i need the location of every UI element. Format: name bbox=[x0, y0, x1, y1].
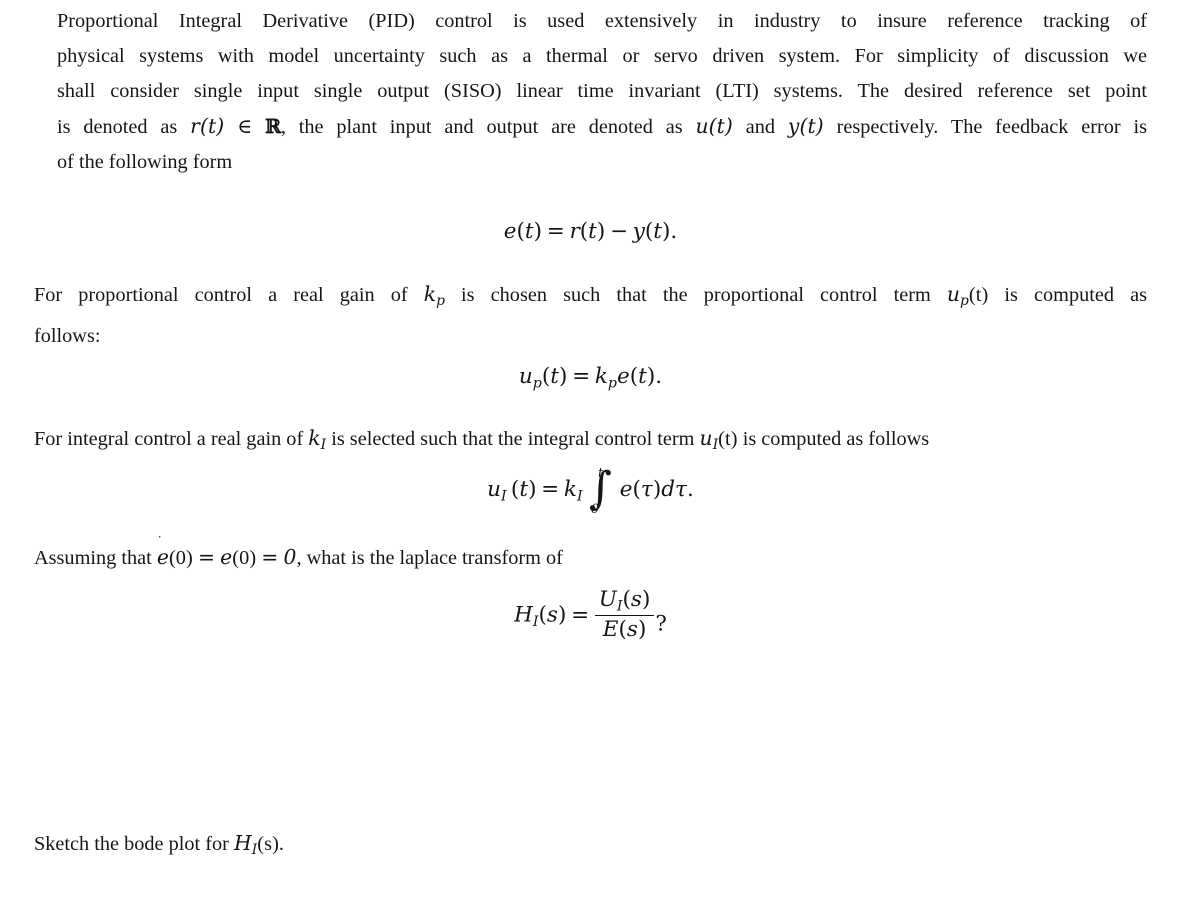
paragraph-line-text: , what is the laplace transform of bbox=[296, 547, 563, 569]
math-r-of-t: r(t) bbox=[190, 114, 225, 138]
equation-error-signal-content: e(t) = r(t) − y(t). bbox=[34, 219, 1147, 244]
eq1-equals: = bbox=[546, 219, 565, 244]
eq2-rhs-sub: p bbox=[607, 375, 617, 392]
fraction-numerator: UI(s) bbox=[594, 587, 655, 617]
paragraph-assumption: Assuming that ̇ e(0) = e(0) = 0, what is … bbox=[34, 534, 1147, 576]
eq2-lhs-base: u bbox=[518, 364, 533, 389]
math-uI-of-t: uI(t) bbox=[699, 426, 738, 453]
eq4-lhs-arg: (s) bbox=[538, 602, 567, 628]
math-kp: kp bbox=[423, 282, 445, 309]
integral-sign: ∫ t 0 bbox=[589, 466, 616, 517]
equation-integral-term: uI (t) = kI ∫ t 0 e(τ)dτ. bbox=[34, 466, 1147, 517]
math-y-of-t: y(t) bbox=[787, 114, 824, 138]
eq4-question-mark: ? bbox=[655, 611, 667, 637]
paragraph-line-text: respectively. The feedback error is bbox=[836, 116, 1147, 138]
paragraph-line: For proportional control a real gain of … bbox=[34, 277, 1147, 319]
eq3-gain-base: k bbox=[563, 477, 577, 503]
eq3-integrand-var: e bbox=[619, 477, 633, 503]
paragraph-line-text: Assuming that bbox=[34, 547, 152, 569]
paragraph-line-text: For integral control a real gain of bbox=[34, 428, 304, 450]
paragraph-line-period: . bbox=[278, 833, 284, 855]
math-up-of-t: up(t) bbox=[946, 282, 989, 309]
paragraph-line: of the following form bbox=[57, 151, 233, 173]
paragraph-proportional: For proportional control a real gain of … bbox=[34, 277, 1147, 354]
eq1-term1-var: r bbox=[569, 219, 580, 244]
paragraph-line-text: is selected such that the integral contr… bbox=[331, 428, 695, 450]
eq3-differential: dτ bbox=[661, 477, 687, 503]
eq2-equals: = bbox=[572, 364, 591, 389]
paragraph-line-text: is computed as bbox=[1004, 284, 1147, 306]
paragraph-proportional-text: For proportional control a real gain of … bbox=[34, 277, 1147, 354]
fraction-denominator: E(s) bbox=[602, 617, 647, 643]
paragraph-integral: For integral control a real gain of kI i… bbox=[34, 421, 1147, 463]
paragraph-line: Proportional Integral Derivative (PID) c… bbox=[57, 10, 1147, 32]
eq1-minus: − bbox=[609, 219, 628, 244]
equation-transfer-function-content: HI(s) = UI(s) E(s)? bbox=[34, 587, 1147, 643]
eq3-lhs-arg: (t) bbox=[506, 477, 537, 503]
eq2-rhs-factor: e bbox=[616, 364, 630, 389]
paragraph-assumption-text: Assuming that ̇ e(0) = e(0) = 0, what is … bbox=[34, 534, 1147, 576]
math-kI: kI bbox=[308, 426, 327, 453]
paragraph-line: physical systems with model uncertainty … bbox=[57, 45, 1147, 67]
paragraph-line-text: Sketch the bode plot for bbox=[34, 833, 229, 855]
eq3-lhs-base: u bbox=[487, 477, 502, 503]
eq2-lhs-arg: (t) bbox=[541, 364, 568, 389]
math-equals-1: = bbox=[197, 545, 216, 569]
paragraph-intro-text: Proportional Integral Derivative (PID) c… bbox=[34, 4, 1147, 180]
paragraph-line: For integral control a real gain of kI i… bbox=[34, 421, 1147, 463]
fraction-UI-over-E: UI(s) E(s) bbox=[594, 587, 655, 643]
eq1-period: . bbox=[670, 219, 678, 244]
math-u-of-t: u(t) bbox=[695, 114, 733, 138]
paragraph-line: Assuming that ̇ e(0) = e(0) = 0, what is … bbox=[34, 534, 1147, 576]
eq3-period: . bbox=[687, 477, 694, 503]
paragraph-integral-text: For integral control a real gain of kI i… bbox=[34, 421, 1147, 463]
eq4-equals: = bbox=[571, 602, 590, 628]
eq1-term2-arg: (t) bbox=[644, 219, 671, 244]
eq3-equals: = bbox=[541, 477, 560, 503]
eq1-lhs-arg: (t) bbox=[516, 219, 542, 244]
eq2-rhs-base: k bbox=[594, 364, 608, 389]
eq2-lhs-sub: p bbox=[532, 375, 542, 392]
math-zero: 0 bbox=[283, 545, 297, 569]
eq1-lhs-var: e bbox=[503, 219, 517, 244]
integral-upper-limit: t bbox=[598, 466, 604, 482]
paragraph-line-text: is denoted as bbox=[57, 116, 178, 138]
eq3-integrand-arg: (τ) bbox=[632, 477, 662, 503]
paragraph-line-text bbox=[224, 116, 237, 138]
paragraph-intro: Proportional Integral Derivative (PID) c… bbox=[34, 4, 1147, 180]
math-e-dot-zero: ̇ e(0) bbox=[156, 534, 193, 569]
paragraph-line: is denoted as r(t) ∈ ℝ, the plant input … bbox=[34, 109, 1147, 145]
paragraph-line: shall consider single input single outpu… bbox=[57, 80, 1147, 102]
math-HI-of-s: HI(s) bbox=[233, 831, 279, 858]
document-page: Proportional Integral Derivative (PID) c… bbox=[34, 0, 1147, 911]
equation-proportional-term: up(t) = kpe(t). bbox=[34, 364, 1147, 391]
math-element-of: ∈ bbox=[237, 114, 253, 138]
paragraph-line-text: and bbox=[745, 116, 776, 138]
eq1-term1-arg: (t) bbox=[579, 219, 606, 244]
integral-lower-limit: 0 bbox=[590, 501, 600, 517]
eq2-rhs-arg: (t) bbox=[629, 364, 656, 389]
equation-transfer-function: HI(s) = UI(s) E(s)? bbox=[34, 587, 1147, 643]
eq4-lhs-base: H bbox=[514, 602, 533, 628]
paragraph-line-text: is chosen such that the proportional con… bbox=[461, 284, 931, 306]
equation-integral-term-content: uI (t) = kI ∫ t 0 e(τ)dτ. bbox=[34, 466, 1147, 517]
eq3-gain-sub: I bbox=[576, 488, 583, 505]
equation-proportional-term-content: up(t) = kpe(t). bbox=[34, 364, 1147, 391]
paragraph-line-text: For proportional control a real gain of bbox=[34, 284, 408, 306]
paragraph-task: Sketch the bode plot for HI(s). bbox=[34, 826, 1147, 868]
paragraph-task-text: Sketch the bode plot for HI(s). bbox=[34, 826, 1147, 868]
eq2-period: . bbox=[655, 364, 663, 389]
math-e-zero: e(0) bbox=[220, 545, 257, 569]
math-equals-2: = bbox=[261, 545, 279, 569]
equation-error-signal: e(t) = r(t) − y(t). bbox=[34, 219, 1147, 244]
math-real-numbers: ℝ bbox=[265, 115, 281, 138]
paragraph-line: Sketch the bode plot for HI(s). bbox=[34, 826, 1147, 868]
eq1-term2-var: y bbox=[632, 219, 645, 244]
paragraph-line-text: is computed as follows bbox=[742, 428, 930, 450]
paragraph-line-text: , the plant input and output are denoted… bbox=[280, 116, 683, 138]
paragraph-line: follows: bbox=[34, 324, 101, 347]
